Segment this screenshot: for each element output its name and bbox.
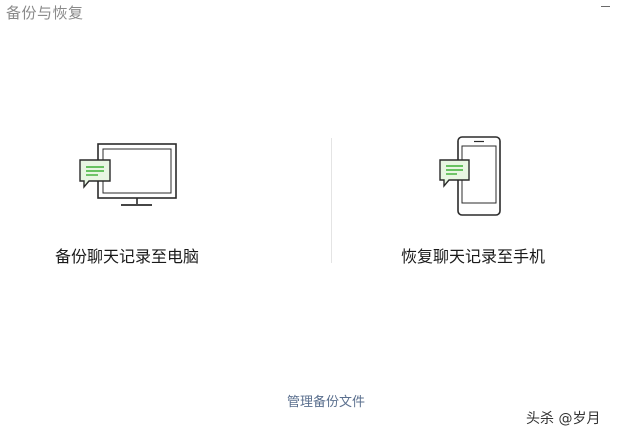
backup-to-computer-option[interactable]: 备份聊天记录至电脑	[40, 130, 290, 270]
phone-chat-icon	[439, 136, 501, 216]
window-title: 备份与恢复	[6, 4, 84, 22]
restore-to-phone-option[interactable]: 恢复聊天记录至手机	[372, 130, 592, 270]
manage-backup-files-link[interactable]: 管理备份文件	[287, 391, 365, 410]
watermark-text: 头杀 @岁月	[526, 411, 601, 427]
minimize-icon	[601, 6, 610, 7]
options-divider	[331, 138, 332, 263]
monitor-chat-icon	[79, 143, 177, 206]
minimize-button[interactable]	[598, 0, 614, 14]
backup-to-computer-label: 备份聊天记录至电脑	[55, 247, 200, 266]
restore-to-phone-label: 恢复聊天记录至手机	[401, 247, 546, 266]
